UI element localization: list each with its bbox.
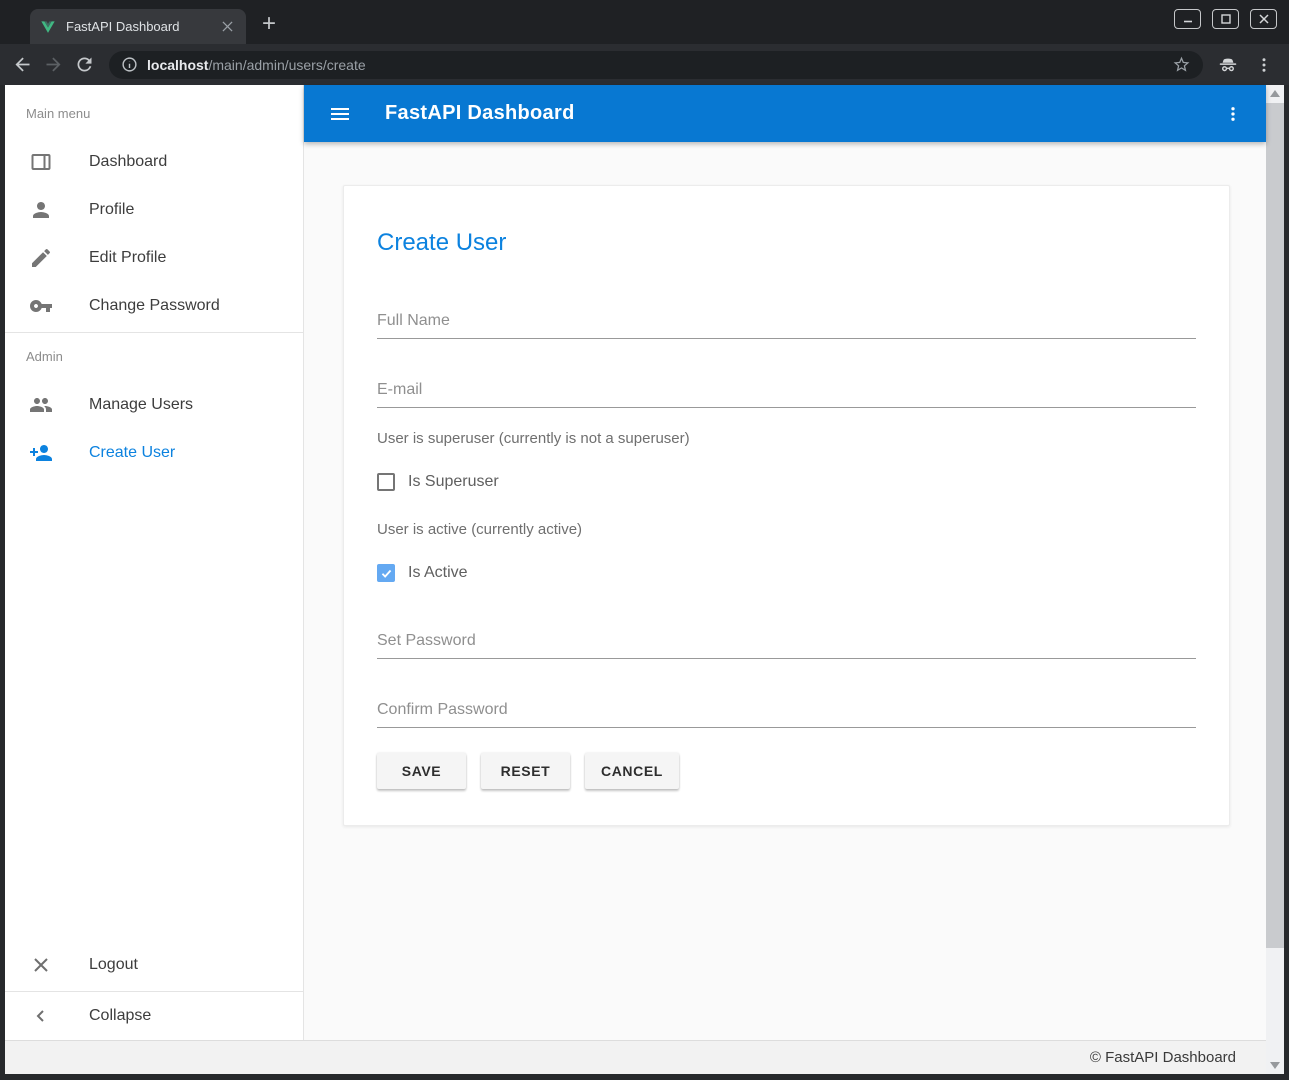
kebab-menu-icon[interactable] [1224, 105, 1242, 123]
forward-icon[interactable] [43, 54, 64, 75]
sidebar-item-label: Manage Users [89, 396, 193, 414]
sidebar-item-label: Edit Profile [89, 249, 166, 267]
sidebar-section-label-admin: Admin [5, 333, 303, 381]
reset-button[interactable]: RESET [481, 753, 570, 789]
sidebar-item-label: Change Password [89, 297, 220, 315]
people-icon [29, 393, 53, 417]
pencil-icon [29, 246, 53, 270]
new-tab-button[interactable]: + [262, 12, 276, 36]
full-name-field[interactable]: Full Name [377, 312, 1196, 339]
sidebar-item-create-user[interactable]: Create User [5, 429, 303, 477]
close-button-icon[interactable] [1250, 9, 1277, 29]
key-icon [29, 294, 53, 318]
sidebar-item-label: Create User [89, 444, 175, 462]
web-page: Main menu Dashboard Profile Edit Profile [5, 85, 1266, 1074]
email-label: E-mail [377, 381, 1196, 399]
reload-icon[interactable] [74, 54, 95, 75]
browser-tab[interactable]: FastAPI Dashboard [30, 9, 246, 44]
tab-title: FastAPI Dashboard [66, 19, 218, 34]
sidebar-item-logout[interactable]: Logout [5, 941, 303, 989]
scrollbar-thumb[interactable] [1266, 103, 1284, 948]
hamburger-menu-icon[interactable] [328, 102, 352, 126]
sidebar: Main menu Dashboard Profile Edit Profile [5, 85, 304, 1040]
window-controls [1174, 9, 1277, 29]
set-password-label: Set Password [377, 632, 1196, 650]
kebab-menu-icon[interactable] [1255, 56, 1273, 74]
is-superuser-label: Is Superuser [408, 473, 499, 491]
page-content: Create User Full Name E-mail User is sup… [304, 142, 1266, 1040]
sidebar-item-label: Profile [89, 201, 134, 219]
is-superuser-checkbox[interactable] [377, 473, 395, 491]
save-button[interactable]: SAVE [377, 753, 466, 789]
vue-logo-icon [40, 19, 56, 35]
superuser-hint: User is superuser (currently is not a su… [377, 430, 1196, 447]
chevron-left-icon [29, 1004, 53, 1028]
info-icon[interactable] [121, 56, 138, 73]
sidebar-bottom: Logout Collapse [5, 941, 303, 1040]
address-bar[interactable]: localhost/main/admin/users/create [109, 51, 1203, 79]
is-active-label: Is Active [408, 564, 468, 582]
browser-toolbar: localhost/main/admin/users/create [0, 44, 1289, 85]
cancel-button[interactable]: CANCEL [585, 753, 679, 789]
app-bar: FastAPI Dashboard [304, 85, 1266, 142]
full-name-label: Full Name [377, 312, 1196, 330]
is-active-checkbox[interactable] [377, 564, 395, 582]
confirm-password-label: Confirm Password [377, 701, 1196, 719]
scrollbar-up-arrow-icon[interactable] [1270, 90, 1280, 97]
browser-viewport: Main menu Dashboard Profile Edit Profile [0, 85, 1289, 1080]
is-superuser-checkbox-row: Is Superuser [377, 473, 1196, 491]
check-icon [380, 567, 393, 580]
sidebar-item-label: Dashboard [89, 153, 167, 171]
dashboard-icon [29, 150, 53, 174]
sidebar-item-collapse[interactable]: Collapse [5, 992, 303, 1040]
sidebar-item-manage-users[interactable]: Manage Users [5, 381, 303, 429]
confirm-password-field[interactable]: Confirm Password [377, 701, 1196, 728]
url-path: /main/admin/users/create [208, 57, 365, 73]
browser-window: FastAPI Dashboard + localhost/main/admin… [0, 0, 1289, 1080]
form-actions: SAVE RESET CANCEL [377, 753, 1196, 789]
person-add-icon [29, 441, 53, 465]
sidebar-item-label: Collapse [89, 1007, 151, 1025]
sidebar-item-change-password[interactable]: Change Password [5, 282, 303, 330]
page-scrollbar[interactable] [1266, 85, 1284, 1074]
set-password-field[interactable]: Set Password [377, 632, 1196, 659]
appbar-title: FastAPI Dashboard [385, 102, 575, 125]
footer-copyright: © FastAPI Dashboard [1090, 1049, 1236, 1066]
url-text[interactable]: localhost/main/admin/users/create [147, 57, 1163, 73]
email-field[interactable]: E-mail [377, 381, 1196, 408]
scrollbar-down-arrow-icon[interactable] [1270, 1062, 1280, 1069]
toolbar-right-icons [1217, 54, 1277, 76]
main-area: FastAPI Dashboard Create User Full Name … [304, 85, 1266, 1040]
page-title: Create User [377, 229, 1196, 257]
sidebar-item-profile[interactable]: Profile [5, 186, 303, 234]
sidebar-section-label-main-menu: Main menu [5, 85, 303, 138]
url-host: localhost [147, 57, 208, 73]
minimize-button-icon[interactable] [1174, 9, 1201, 29]
close-x-icon [29, 953, 53, 977]
is-active-checkbox-row: Is Active [377, 564, 1196, 582]
sidebar-item-dashboard[interactable]: Dashboard [5, 138, 303, 186]
create-user-card: Create User Full Name E-mail User is sup… [343, 185, 1230, 826]
browser-tabstrip: FastAPI Dashboard + [0, 0, 1289, 44]
tab-close-icon[interactable] [218, 18, 236, 36]
active-hint: User is active (currently active) [377, 521, 1196, 538]
maximize-button-icon[interactable] [1212, 9, 1239, 29]
person-icon [29, 198, 53, 222]
incognito-icon [1217, 54, 1239, 76]
back-icon[interactable] [12, 54, 33, 75]
page-footer: © FastAPI Dashboard [5, 1040, 1266, 1074]
sidebar-item-edit-profile[interactable]: Edit Profile [5, 234, 303, 282]
sidebar-item-label: Logout [89, 956, 138, 974]
bookmark-star-icon[interactable] [1172, 55, 1191, 74]
